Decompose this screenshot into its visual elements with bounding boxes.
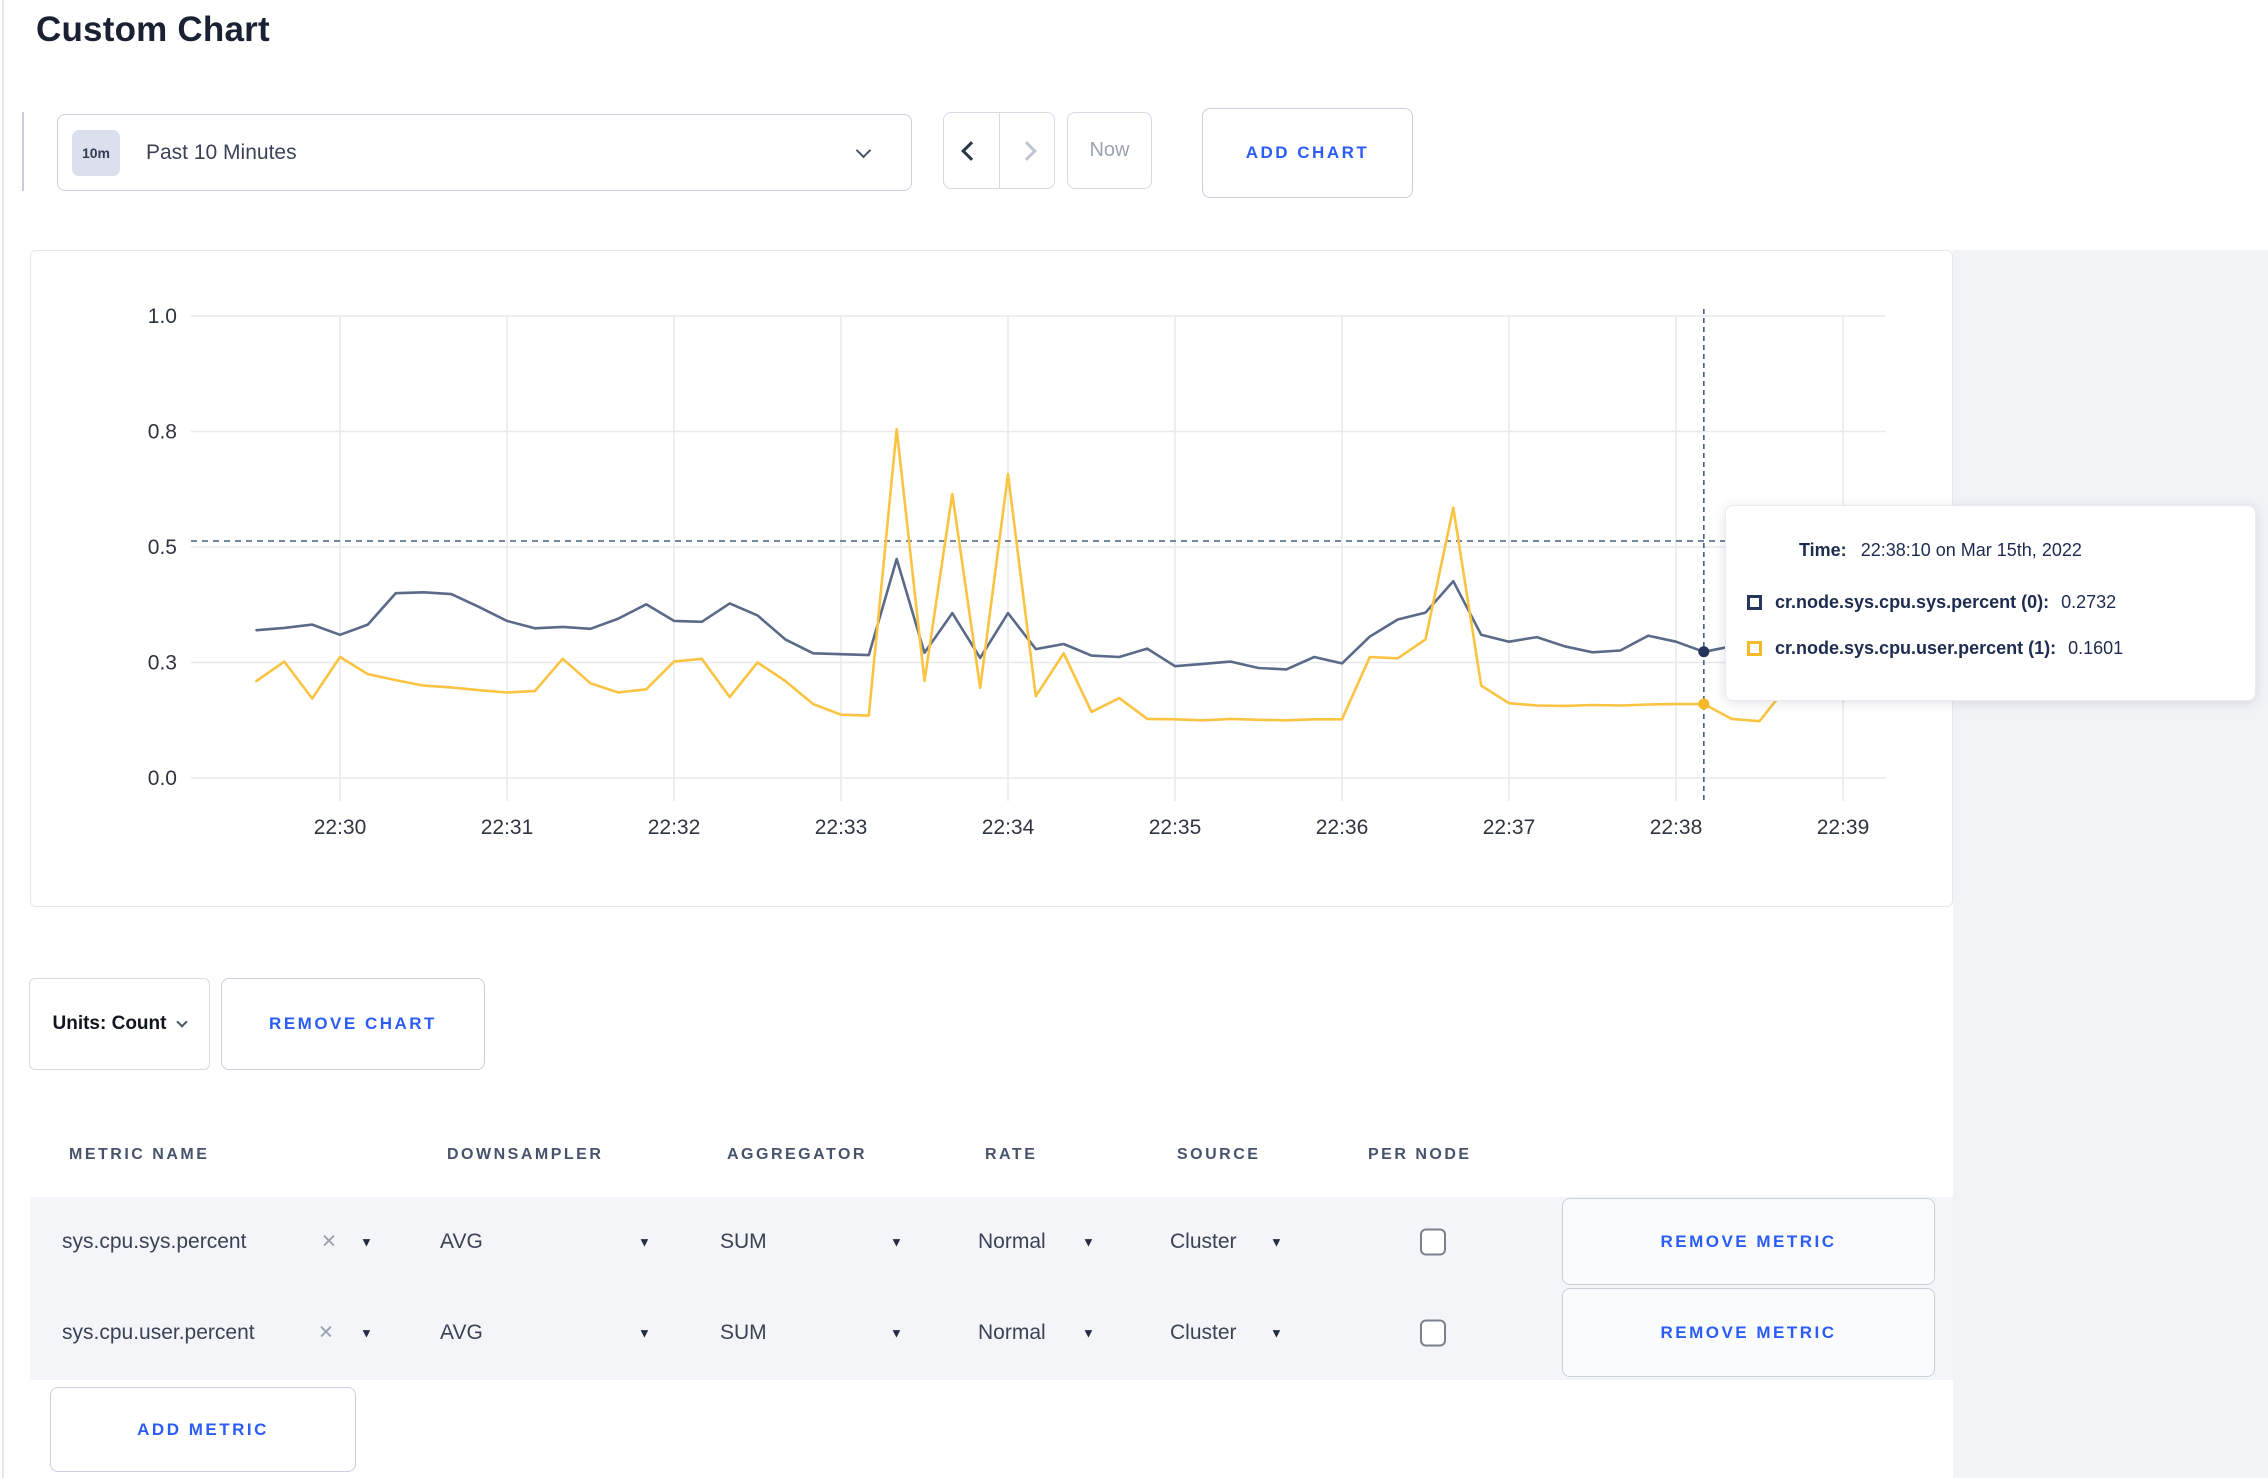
remove-metric-button[interactable]: REMOVE METRIC xyxy=(1562,1198,1935,1285)
svg-text:22:36: 22:36 xyxy=(1316,816,1369,839)
svg-text:0.8: 0.8 xyxy=(148,421,177,444)
svg-text:0.0: 0.0 xyxy=(148,767,177,790)
chevron-down-icon xyxy=(176,1016,189,1028)
toolbar-accent-divider xyxy=(22,112,24,191)
remove-chart-button[interactable]: REMOVE CHART xyxy=(221,978,485,1070)
units-select-label: Units: Count xyxy=(52,1013,167,1034)
rate-select[interactable]: Normal xyxy=(978,1230,1046,1254)
tooltip-series-row: cr.node.sys.cpu.sys.percent (0): 0.2732 xyxy=(1747,592,2116,613)
source-caret-icon[interactable]: ▼ xyxy=(1270,1235,1283,1250)
tooltip-metric-label: cr.node.sys.cpu.sys.percent (0): xyxy=(1775,592,2050,612)
svg-text:22:31: 22:31 xyxy=(481,816,534,839)
chevron-right-icon xyxy=(1016,140,1037,161)
aggregator-select[interactable]: SUM xyxy=(720,1321,767,1345)
time-next-button[interactable] xyxy=(998,113,1055,188)
tooltip-metric-label: cr.node.sys.cpu.user.percent (1): xyxy=(1775,638,2057,658)
aggregator-caret-icon[interactable]: ▼ xyxy=(890,1235,903,1250)
metric-name-value[interactable]: sys.cpu.sys.percent xyxy=(62,1230,246,1254)
svg-text:0.3: 0.3 xyxy=(148,652,177,675)
tooltip-series-row: cr.node.sys.cpu.user.percent (1): 0.1601 xyxy=(1747,638,2123,659)
metrics-table-rows: sys.cpu.sys.percent ✕ ▼ AVG ▼ SUM ▼ Norm… xyxy=(30,1197,1953,1380)
tooltip-time-label: Time: xyxy=(1799,540,1847,560)
svg-text:22:34: 22:34 xyxy=(982,816,1035,839)
svg-text:1.0: 1.0 xyxy=(148,305,177,328)
page-title: Custom Chart xyxy=(36,10,270,49)
metrics-table-header: METRIC NAME DOWNSAMPLER AGGREGATOR RATE … xyxy=(30,1118,1953,1197)
rate-caret-icon[interactable]: ▼ xyxy=(1082,1326,1095,1341)
page-left-border xyxy=(2,0,4,1478)
units-select[interactable]: Units: Count xyxy=(29,978,210,1070)
svg-text:0.5: 0.5 xyxy=(148,536,177,559)
source-select[interactable]: Cluster xyxy=(1170,1230,1237,1254)
metric-name-caret-icon[interactable]: ▼ xyxy=(360,1235,373,1250)
chevron-left-icon xyxy=(961,140,982,161)
source-select[interactable]: Cluster xyxy=(1170,1321,1237,1345)
col-header-source: SOURCE xyxy=(1177,1146,1261,1163)
add-chart-button[interactable]: ADD CHART xyxy=(1202,108,1413,198)
downsampler-caret-icon[interactable]: ▼ xyxy=(638,1326,651,1341)
add-metric-button[interactable]: ADD METRIC xyxy=(50,1387,356,1472)
col-header-downsampler: DOWNSAMPLER xyxy=(447,1146,604,1163)
svg-text:22:39: 22:39 xyxy=(1817,816,1870,839)
downsampler-select[interactable]: AVG xyxy=(440,1230,483,1254)
tooltip-time-row: Time: 22:38:10 on Mar 15th, 2022 xyxy=(1799,540,2082,561)
col-header-per-node: PER NODE xyxy=(1368,1146,1472,1163)
chevron-down-icon xyxy=(855,142,872,159)
right-backdrop xyxy=(1953,250,2268,1478)
tooltip-metric-value: 0.1601 xyxy=(2068,638,2124,658)
svg-text:22:38: 22:38 xyxy=(1650,816,1703,839)
aggregator-select[interactable]: SUM xyxy=(720,1230,767,1254)
table-row: sys.cpu.sys.percent ✕ ▼ AVG ▼ SUM ▼ Norm… xyxy=(30,1197,1953,1287)
chart-tooltip: Time: 22:38:10 on Mar 15th, 2022 cr.node.… xyxy=(1725,505,2256,701)
rate-select[interactable]: Normal xyxy=(978,1321,1046,1345)
svg-text:22:33: 22:33 xyxy=(815,816,868,839)
time-prev-button[interactable] xyxy=(944,113,999,188)
rate-caret-icon[interactable]: ▼ xyxy=(1082,1235,1095,1250)
col-header-aggregator: AGGREGATOR xyxy=(727,1146,867,1163)
svg-text:22:35: 22:35 xyxy=(1149,816,1202,839)
now-button[interactable]: Now xyxy=(1067,112,1152,189)
svg-text:22:30: 22:30 xyxy=(314,816,367,839)
aggregator-caret-icon[interactable]: ▼ xyxy=(890,1326,903,1341)
table-row: sys.cpu.user.percent ✕ ▼ AVG ▼ SUM ▼ Nor… xyxy=(30,1288,1953,1378)
per-node-checkbox[interactable] xyxy=(1420,1319,1446,1347)
clear-metric-icon[interactable]: ✕ xyxy=(321,1231,337,1254)
metric-name-value[interactable]: sys.cpu.user.percent xyxy=(62,1321,255,1345)
col-header-rate: RATE xyxy=(985,1146,1038,1163)
time-nav-group xyxy=(943,112,1055,189)
chart-card: 0.0 0.3 0.5 0.8 1.0 22:30 22:31 22:32 22:33 22:34… xyxy=(30,250,1953,907)
time-range-select[interactable]: 10m Past 10 Minutes xyxy=(57,114,912,191)
col-header-metric-name: METRIC NAME xyxy=(69,1146,210,1163)
source-caret-icon[interactable]: ▼ xyxy=(1270,1326,1283,1341)
tooltip-metric-value: 0.2732 xyxy=(2061,592,2117,612)
tooltip-time-value: 22:38:10 on Mar 15th, 2022 xyxy=(1860,540,2082,560)
series-user-swatch-icon xyxy=(1747,641,1762,656)
clear-metric-icon[interactable]: ✕ xyxy=(318,1322,334,1345)
series-sys-swatch-icon xyxy=(1747,595,1762,610)
svg-text:22:37: 22:37 xyxy=(1483,816,1536,839)
metric-name-caret-icon[interactable]: ▼ xyxy=(360,1326,373,1341)
time-range-badge: 10m xyxy=(72,129,120,176)
remove-metric-button[interactable]: REMOVE METRIC xyxy=(1562,1288,1935,1377)
downsampler-caret-icon[interactable]: ▼ xyxy=(638,1235,651,1250)
time-range-label: Past 10 Minutes xyxy=(146,140,297,164)
downsampler-select[interactable]: AVG xyxy=(440,1321,483,1345)
metrics-chart[interactable]: 0.0 0.3 0.5 0.8 1.0 22:30 22:31 22:32 22:33 22:34… xyxy=(31,251,1954,908)
per-node-checkbox[interactable] xyxy=(1420,1228,1446,1256)
svg-text:22:32: 22:32 xyxy=(648,816,701,839)
